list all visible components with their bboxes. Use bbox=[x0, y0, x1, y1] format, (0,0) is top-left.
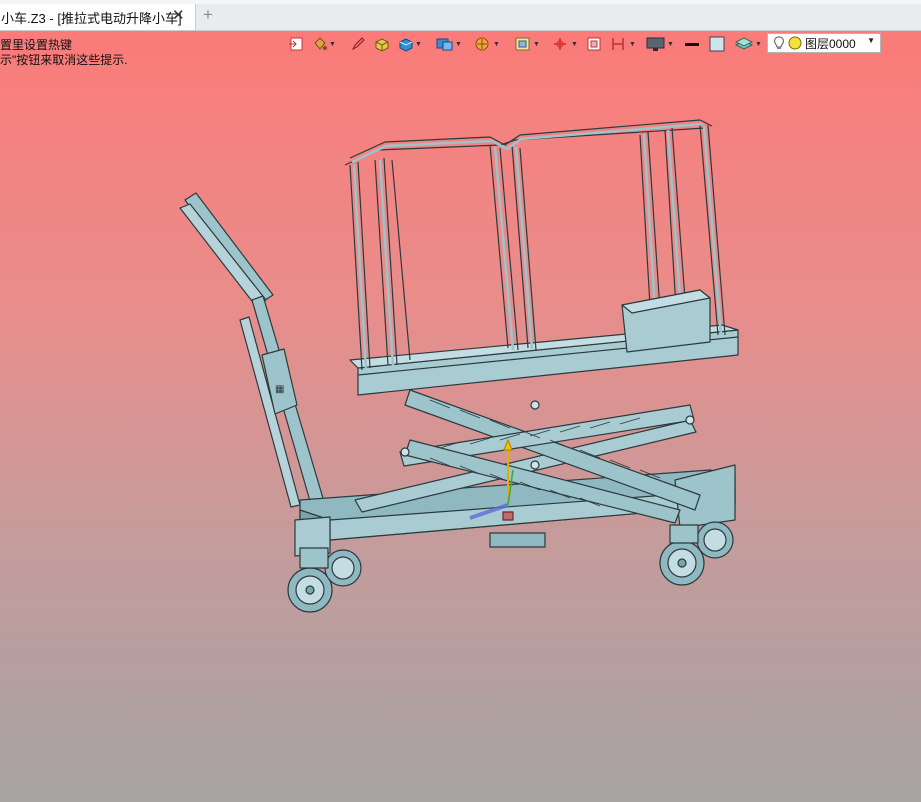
tab-title: 小车.Z3 - [推拉式电动升降小车] bbox=[1, 10, 182, 26]
tab-document[interactable]: 小车.Z3 - [推拉式电动升降小车] ✕ bbox=[0, 4, 196, 30]
new-tab-icon[interactable]: + bbox=[203, 6, 213, 23]
lift-trolley-model[interactable]: ▦ bbox=[0, 31, 921, 802]
tab-bar: 小车.Z3 - [推拉式电动升降小车] ✕ + bbox=[0, 0, 921, 31]
close-icon[interactable]: ✕ bbox=[172, 8, 185, 24]
handle-label: ▦ bbox=[275, 384, 284, 395]
